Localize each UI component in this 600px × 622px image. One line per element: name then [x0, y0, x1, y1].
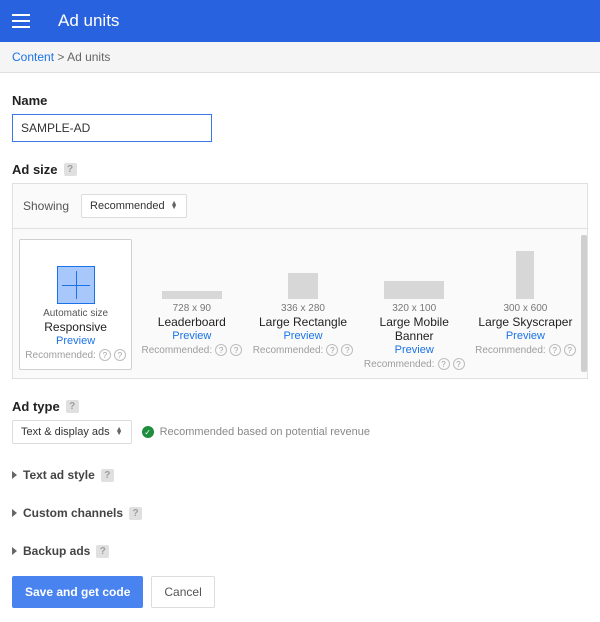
help-icon[interactable]: ? [96, 545, 109, 558]
footer-actions: Save and get code Cancel [12, 576, 588, 608]
breadcrumb-root-link[interactable]: Content [12, 50, 54, 64]
breadcrumb-current: Ad units [67, 50, 110, 64]
sort-icon: ▲▼ [116, 428, 123, 436]
sort-icon: ▲▼ [171, 202, 178, 210]
preview-link[interactable]: Preview [56, 335, 95, 347]
ad-size-card-large-rectangle[interactable]: 336 x 280 Large Rectangle Preview Recomm… [247, 239, 358, 370]
ad-size-label: Ad size ? [12, 162, 588, 177]
ad-size-cards: Automatic size Responsive Preview Recomm… [13, 229, 587, 378]
accordion-label: Custom channels [23, 506, 123, 520]
help-icon[interactable]: ? [101, 469, 114, 482]
shape-icon [516, 251, 534, 299]
help-icon[interactable]: ? [230, 344, 242, 356]
breadcrumb: Content > Ad units [0, 42, 600, 73]
ad-size-filter-select[interactable]: Recommended ▲▼ [81, 194, 187, 218]
name-label: Name [12, 93, 588, 108]
help-icon[interactable]: ? [438, 358, 450, 370]
recommended-label: Recommended: [364, 359, 435, 370]
ad-size-label-text: Ad size [12, 162, 58, 177]
preview-link[interactable]: Preview [506, 330, 545, 342]
help-icon[interactable]: ? [341, 344, 353, 356]
accordion-label: Text ad style [23, 468, 95, 482]
ad-size-filter-row: Showing Recommended ▲▼ [13, 184, 587, 229]
menu-icon[interactable] [12, 10, 34, 32]
ad-type-label-text: Ad type [12, 399, 60, 414]
card-title: Large Mobile Banner [361, 315, 468, 343]
help-icon[interactable]: ? [549, 344, 561, 356]
showing-label: Showing [23, 199, 69, 213]
shape-icon [162, 291, 222, 299]
ad-size-filter-value: Recommended [90, 200, 165, 212]
card-title: Large Rectangle [259, 315, 347, 329]
ad-type-value: Text & display ads [21, 426, 110, 438]
accordion-text-ad-style[interactable]: Text ad style ? [12, 456, 588, 494]
help-icon[interactable]: ? [453, 358, 465, 370]
ad-size-panel: Showing Recommended ▲▼ Automatic size Re… [12, 183, 588, 379]
card-dims: 336 x 280 [281, 303, 325, 314]
chevron-right-icon [12, 547, 17, 555]
recommended-label: Recommended: [142, 345, 213, 356]
card-title: Leaderboard [158, 315, 226, 329]
breadcrumb-separator: > [57, 50, 64, 64]
card-dims: Automatic size [43, 308, 108, 319]
help-icon[interactable]: ? [215, 344, 227, 356]
ad-type-note-text: Recommended based on potential revenue [160, 426, 370, 438]
app-bar: Ad units [0, 0, 600, 42]
responsive-icon [57, 266, 95, 304]
card-dims: 728 x 90 [173, 303, 211, 314]
check-icon: ✓ [142, 426, 154, 438]
ad-size-card-large-skyscraper[interactable]: 300 x 600 Large Skyscraper Preview Recom… [470, 239, 581, 370]
card-title: Responsive [44, 320, 107, 334]
chevron-right-icon [12, 509, 17, 517]
chevron-right-icon [12, 471, 17, 479]
help-icon[interactable]: ? [326, 344, 338, 356]
ad-size-card-responsive[interactable]: Automatic size Responsive Preview Recomm… [19, 239, 132, 370]
help-icon[interactable]: ? [114, 349, 126, 361]
accordion-custom-channels[interactable]: Custom channels ? [12, 494, 588, 532]
scrollbar[interactable] [581, 235, 587, 372]
help-icon[interactable]: ? [564, 344, 576, 356]
help-icon[interactable]: ? [66, 400, 79, 413]
card-dims: 300 x 600 [503, 303, 547, 314]
ad-size-card-leaderboard[interactable]: 728 x 90 Leaderboard Preview Recommended… [136, 239, 247, 370]
preview-link[interactable]: Preview [172, 330, 211, 342]
recommended-label: Recommended: [25, 350, 96, 361]
recommended-label: Recommended: [253, 345, 324, 356]
ad-type-note: ✓ Recommended based on potential revenue [142, 426, 370, 438]
name-input[interactable] [12, 114, 212, 142]
shape-icon [288, 273, 318, 299]
help-icon[interactable]: ? [64, 163, 77, 176]
card-dims: 320 x 100 [392, 303, 436, 314]
accordion-label: Backup ads [23, 544, 90, 558]
preview-link[interactable]: Preview [283, 330, 322, 342]
ad-type-label: Ad type ? [12, 399, 588, 414]
cancel-button[interactable]: Cancel [151, 576, 214, 608]
ad-type-select[interactable]: Text & display ads ▲▼ [12, 420, 132, 444]
shape-icon [384, 281, 444, 299]
card-title: Large Skyscraper [478, 315, 572, 329]
ad-size-card-large-mobile-banner[interactable]: 320 x 100 Large Mobile Banner Preview Re… [359, 239, 470, 370]
recommended-label: Recommended: [475, 345, 546, 356]
help-icon[interactable]: ? [99, 349, 111, 361]
page-title: Ad units [58, 11, 119, 31]
preview-link[interactable]: Preview [395, 344, 434, 356]
accordion-backup-ads[interactable]: Backup ads ? [12, 532, 588, 570]
help-icon[interactable]: ? [129, 507, 142, 520]
save-button[interactable]: Save and get code [12, 576, 143, 608]
